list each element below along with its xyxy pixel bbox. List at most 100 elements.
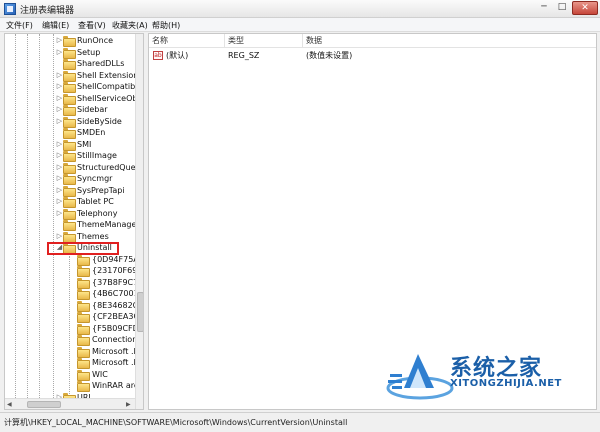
folder-icon xyxy=(77,369,90,381)
tree-item[interactable]: {0D94F75A-0 xyxy=(5,254,143,266)
tree-item-label: SMI xyxy=(77,139,92,149)
expand-arrow-icon[interactable] xyxy=(63,381,72,390)
tree-item[interactable]: {F5B09CFD-F xyxy=(5,323,143,335)
tree-item[interactable]: ▷ Shell Extensions xyxy=(5,70,143,82)
folder-icon xyxy=(77,300,90,312)
tree-horizontal-scrollbar[interactable]: ◀ ▶ xyxy=(5,398,135,409)
tree-item[interactable]: Microsoft .N xyxy=(5,346,139,358)
folder-icon xyxy=(63,220,76,231)
tree-item-label: SysPrepTapi xyxy=(77,185,125,195)
tree-item[interactable]: WinRAR arch xyxy=(5,380,143,392)
tree-item[interactable]: ▷ SMI xyxy=(5,139,135,151)
folder-icon xyxy=(77,335,90,346)
scroll-right-icon[interactable]: ▶ xyxy=(126,401,131,408)
folder-icon xyxy=(63,59,76,70)
tree-item[interactable]: ▷ Syncmgr xyxy=(5,173,135,185)
tree-item-label: ThemeManager xyxy=(77,220,140,229)
minimize-button[interactable]: ─ xyxy=(536,1,552,15)
tree-item[interactable]: WIC xyxy=(5,369,135,381)
expand-arrow-icon[interactable] xyxy=(63,358,72,367)
menu-bar: 文件(F) 编辑(E) 查看(V) 收藏夹(A) 帮助(H) xyxy=(0,18,600,32)
folder-icon xyxy=(63,105,76,116)
uninstall-highlight xyxy=(47,242,119,255)
tree-item[interactable]: {23170F69-40 xyxy=(5,265,143,277)
folder-icon xyxy=(63,82,76,93)
tree-item-label: Setup xyxy=(77,47,101,57)
tree-item[interactable]: ▷ Tablet PC xyxy=(5,196,135,208)
value-name: (默认) xyxy=(166,51,189,60)
folder-icon xyxy=(77,381,90,392)
tree-item[interactable]: ▷ ShellServiceObje xyxy=(5,93,143,105)
close-button[interactable]: ✕ xyxy=(572,1,598,15)
expand-arrow-icon[interactable] xyxy=(63,335,72,344)
tree-item-label: Shell Extensions xyxy=(77,70,143,80)
tree-item[interactable]: Microsoft .N xyxy=(5,357,139,369)
tree-item[interactable]: ThemeManager xyxy=(5,219,140,231)
expand-arrow-icon[interactable] xyxy=(63,289,72,298)
column-name[interactable]: 名称 xyxy=(149,34,225,47)
menu-edit[interactable]: 编辑(E) xyxy=(42,20,69,31)
tree-item-label: Connection xyxy=(92,335,138,344)
tree-item[interactable]: SMDEn xyxy=(5,127,135,139)
menu-view[interactable]: 查看(V) xyxy=(78,20,106,31)
folder-icon xyxy=(77,289,90,300)
tree-item-label: Syncmgr xyxy=(77,174,113,183)
expand-arrow-icon[interactable] xyxy=(63,266,72,275)
tree-item[interactable]: SharedDLLs xyxy=(5,58,135,70)
tree-item[interactable]: ▷ RunOnce xyxy=(5,35,135,47)
folder-icon xyxy=(63,208,76,220)
column-data[interactable]: 数据 xyxy=(303,34,596,47)
tree-vertical-scrollbar[interactable] xyxy=(135,34,143,409)
tree-item-label: SharedDLLs xyxy=(77,59,125,68)
tree-item[interactable]: {8E34682C-8 xyxy=(5,300,143,312)
folder-icon xyxy=(63,47,76,59)
tree-item[interactable]: ▷ SysPrepTapi xyxy=(5,185,135,197)
title-bar: 注册表编辑器 ─ □ ✕ xyxy=(0,0,600,18)
scroll-left-icon[interactable]: ◀ xyxy=(7,401,12,408)
folder-icon xyxy=(77,358,90,369)
folder-icon xyxy=(63,128,76,139)
menu-file[interactable]: 文件(F) xyxy=(6,20,33,31)
expand-arrow-icon[interactable] xyxy=(63,324,72,333)
column-type[interactable]: 类型 xyxy=(225,34,303,47)
folder-icon xyxy=(63,231,76,243)
tree-item-label: Microsoft .N xyxy=(92,346,140,356)
folder-icon xyxy=(63,174,76,185)
tree-item[interactable]: {CF2BEA3C-2 xyxy=(5,311,143,323)
expand-arrow-icon[interactable] xyxy=(63,370,72,379)
tree-item-label: Telephony xyxy=(77,208,118,218)
folder-icon xyxy=(63,151,76,162)
tree-item[interactable]: Connection xyxy=(5,334,138,346)
watermark-url: XITONGZHIJIA.NET xyxy=(450,378,562,389)
registry-path: 计算机\HKEY_LOCAL_MACHINE\SOFTWARE\Microsof… xyxy=(4,418,348,427)
tree-item[interactable]: ▷ Sidebar xyxy=(5,104,135,116)
folder-icon xyxy=(63,70,76,82)
tree-vscroll-thumb[interactable] xyxy=(137,292,143,332)
tree-item[interactable]: {37B8F9C7-0 xyxy=(5,277,143,289)
menu-help[interactable]: 帮助(H) xyxy=(152,20,180,31)
status-bar: 计算机\HKEY_LOCAL_MACHINE\SOFTWARE\Microsof… xyxy=(0,412,600,432)
tree-item[interactable]: {4B6C7001-C xyxy=(5,288,143,300)
tree-item[interactable]: ▷ StructuredQuery xyxy=(5,162,143,174)
tree-hscroll-thumb[interactable] xyxy=(27,401,61,408)
menu-favorites[interactable]: 收藏夹(A) xyxy=(112,20,148,31)
value-row[interactable]: ab (默认) REG_SZ (数值未设置) xyxy=(149,50,596,62)
tree-item-label: Tablet PC xyxy=(77,197,114,206)
tree-item[interactable]: ▷ Telephony xyxy=(5,208,135,220)
expand-arrow-icon[interactable] xyxy=(63,347,72,356)
regedit-icon xyxy=(4,3,16,15)
expand-arrow-icon[interactable] xyxy=(63,255,72,264)
expand-arrow-icon[interactable] xyxy=(63,312,72,321)
tree-item[interactable]: ▷ ShellCompatibili xyxy=(5,81,142,93)
expand-arrow-icon[interactable] xyxy=(63,278,72,287)
maximize-button[interactable]: □ xyxy=(554,1,570,15)
header-divider xyxy=(149,47,596,48)
tree-item[interactable]: ▷ StillImage xyxy=(5,150,135,162)
folder-icon xyxy=(63,162,76,174)
folder-icon xyxy=(63,139,76,151)
expand-arrow-icon[interactable] xyxy=(63,301,72,310)
tree-item[interactable]: ▷ Themes xyxy=(5,231,135,243)
registry-tree[interactable]: ▷ RunOnce ▷ Setup SharedDLLs ▷ Shell Extension… xyxy=(4,33,144,410)
tree-item[interactable]: ▷ SideBySide xyxy=(5,116,135,128)
tree-item[interactable]: ▷ Setup xyxy=(5,47,135,59)
